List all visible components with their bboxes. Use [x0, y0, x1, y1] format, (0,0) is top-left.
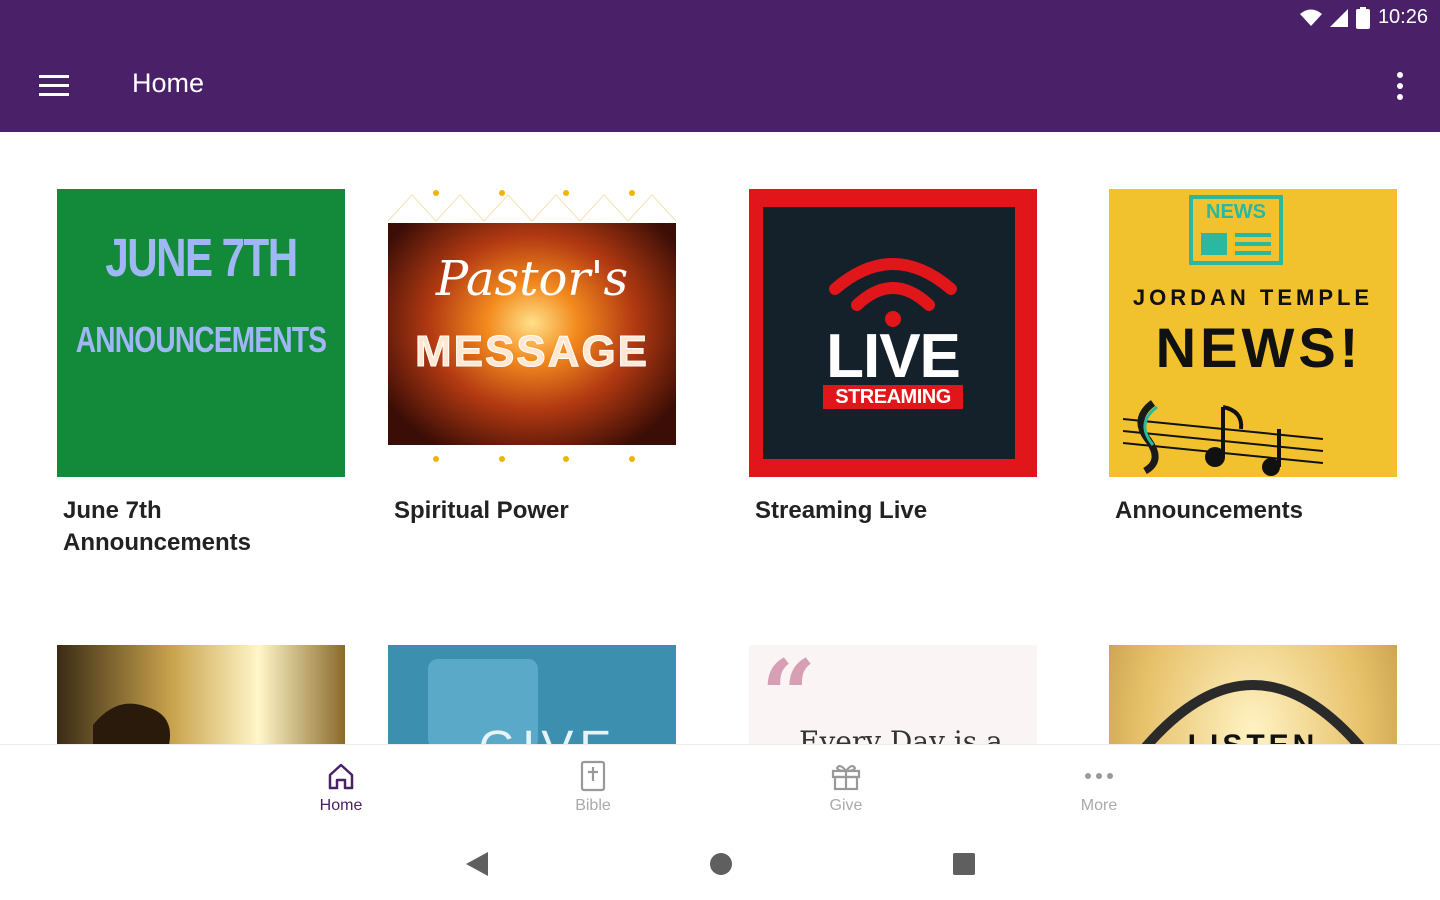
system-home-button[interactable] — [708, 850, 734, 883]
more-vert-icon — [1397, 72, 1403, 100]
quote-text: Every Day is a — [799, 725, 1003, 744]
card-thumbnail: Pastor's MESSAGE — [388, 189, 676, 477]
church-name-text: JORDAN TEMPLE — [1132, 285, 1374, 310]
card-thumbnail: LIVE STREAMING — [749, 189, 1037, 477]
broadcast-icon — [829, 258, 957, 327]
content-card-announcements[interactable]: NEWS JORDAN TEMPLE NEWS! Announcements — [1109, 189, 1397, 527]
wifi-icon — [1299, 9, 1322, 26]
news-headline: NEWS! — [1155, 316, 1363, 379]
nav-label-bible: Bible — [575, 797, 611, 814]
hamburger-menu-icon — [39, 75, 69, 96]
card-thumbnail — [57, 645, 345, 744]
status-bar: 10:26 — [0, 0, 1440, 38]
content-grid: JUNE 7TH ANNOUNCEMENTS June 7th Announce… — [0, 132, 1440, 744]
system-back-button[interactable] — [464, 850, 490, 883]
nav-item-bible[interactable]: Bible — [533, 759, 653, 815]
status-icons: 10:26 — [1299, 6, 1428, 29]
card-label: Streaming Live — [755, 497, 928, 524]
card-label: June 7th Announcements — [63, 497, 252, 556]
card-thumbnail: NEWS JORDAN TEMPLE NEWS! — [1109, 189, 1397, 477]
give-text: GIVE — [448, 721, 648, 744]
page-title: Home — [132, 68, 205, 98]
silhouette-image — [93, 703, 170, 744]
signal-icon — [1329, 8, 1348, 27]
nav-label-more: More — [1080, 797, 1118, 814]
bible-icon — [580, 760, 606, 792]
news-badge-text: NEWS — [1206, 201, 1266, 223]
thumb-title-line1: JUNE 7TH — [105, 228, 298, 288]
gift-icon — [831, 765, 861, 791]
content-card-streaming-live[interactable]: LIVE STREAMING Streaming Live — [749, 189, 1037, 527]
nav-label-give: Give — [829, 797, 863, 814]
listen-text: LISTEN — [1109, 729, 1397, 744]
home-icon — [328, 763, 354, 790]
thumb-title-line2: ANNOUNCEMENTS — [75, 319, 327, 360]
app-bar: Home — [0, 38, 1440, 132]
overflow-menu-button[interactable] — [1390, 66, 1410, 106]
card-thumbnail: GIVE — [388, 645, 676, 744]
menu-button[interactable] — [36, 68, 72, 104]
content-card-row2-4[interactable]: LISTEN — [1109, 645, 1397, 744]
content-card-row2-3[interactable]: “ Every Day is a — [749, 645, 1037, 744]
news-badge-icon: NEWS — [1189, 195, 1283, 265]
card-label: Spiritual Power — [394, 497, 569, 524]
thumb-script-title: Pastor's — [435, 251, 629, 307]
back-triangle-icon — [466, 852, 488, 876]
streaming-text: STREAMING — [835, 386, 951, 408]
nav-item-home[interactable]: Home — [281, 759, 401, 815]
content-card-row2-2[interactable]: GIVE — [388, 645, 676, 744]
content-card-june-announcements[interactable]: JUNE 7TH ANNOUNCEMENTS June 7th Announce… — [57, 189, 345, 559]
card-thumbnail: LISTEN — [1109, 645, 1397, 744]
bottom-navigation: Home Bible Give More — [0, 744, 1440, 831]
thumb-title: MESSAGE — [414, 327, 650, 377]
live-text: LIVE — [826, 322, 961, 391]
more-horiz-icon — [1085, 773, 1113, 779]
status-time: 10:26 — [1377, 6, 1428, 28]
content-card-spiritual-power[interactable]: Pastor's MESSAGE Spiritual Power — [388, 189, 676, 527]
system-recents-button[interactable] — [951, 850, 977, 883]
system-navigation-bar — [0, 830, 1440, 900]
music-notes-icon — [1123, 400, 1323, 476]
nav-item-more[interactable]: More — [1039, 759, 1159, 815]
battery-icon — [1355, 6, 1370, 29]
recents-square-icon — [953, 853, 975, 875]
content-card-row2-1[interactable] — [57, 645, 345, 744]
card-label: Announcements — [1115, 497, 1304, 524]
home-circle-icon — [710, 853, 732, 875]
card-thumbnail: JUNE 7TH ANNOUNCEMENTS — [57, 189, 345, 477]
nav-item-give[interactable]: Give — [786, 759, 906, 815]
nav-label-home: Home — [319, 797, 363, 814]
card-thumbnail: “ Every Day is a — [749, 645, 1037, 744]
